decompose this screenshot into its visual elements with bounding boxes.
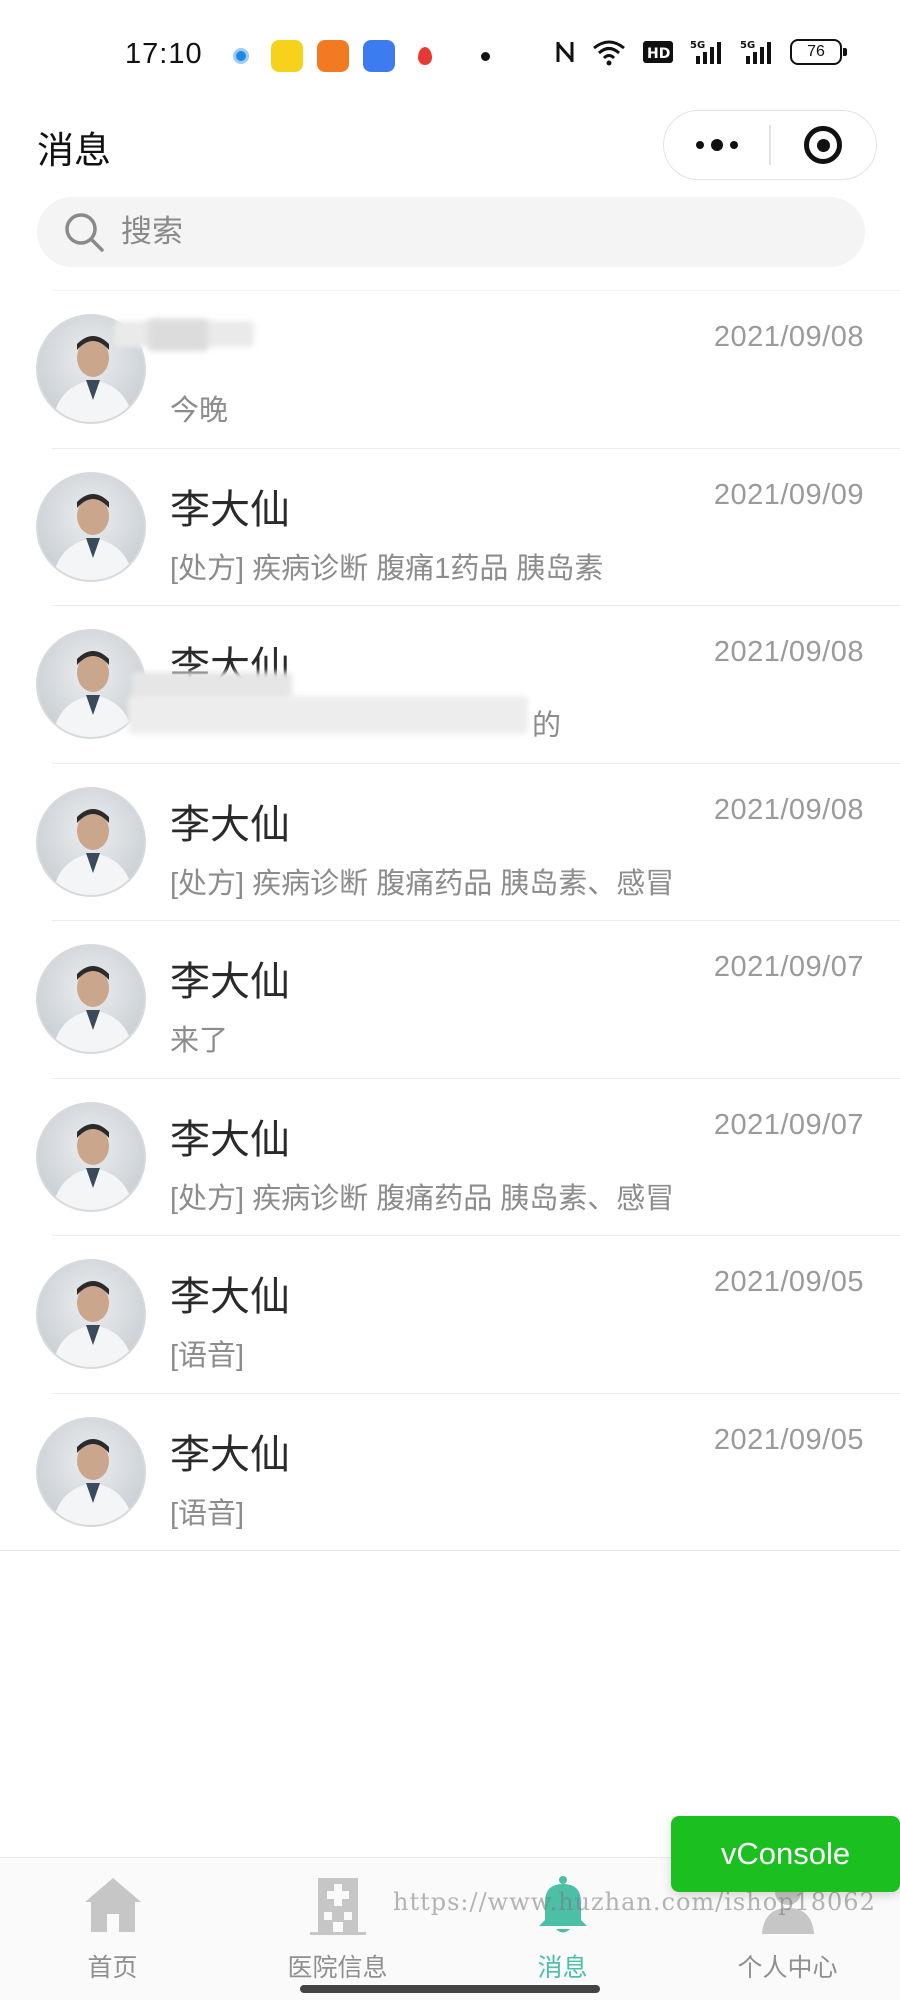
home-icon <box>84 1878 141 1932</box>
svg-text:5G: 5G <box>740 40 755 51</box>
tab-label: 医院信息 <box>287 1954 388 1982</box>
chat-last-message: [语音] <box>170 1340 245 1372</box>
chat-contact-name: 李大仙 <box>170 960 290 1004</box>
battery-icon: 76 <box>790 39 847 65</box>
search-icon <box>65 213 104 252</box>
tab-messages[interactable]: 消息 <box>450 1858 675 2000</box>
hospital-icon <box>309 1878 366 1935</box>
search-input[interactable] <box>121 214 721 250</box>
signal-5g-icon: 5G <box>690 40 721 64</box>
status-time: 17:10 <box>125 38 203 70</box>
chat-list-item[interactable]: 李大仙 [处方] 疾病诊断 腹痛药品 胰岛素、感冒 2021/09/07 <box>36 1077 900 1236</box>
chat-contact-name: 李大仙 <box>170 802 290 847</box>
chat-list-item[interactable]: 李大仙 [处方] 疾病诊断 腹痛药品 胰岛素、感冒 2021/09/08 <box>36 762 900 921</box>
chat-date: 2021/09/08 <box>713 636 864 668</box>
status-indicators: HD 5G 5G 76 <box>554 38 847 66</box>
location-pin-icon <box>409 40 441 72</box>
chat-date: 2021/09/08 <box>713 793 864 826</box>
chat-date: 2021/09/05 <box>713 1423 864 1456</box>
chat-contact-name: 李大仙 <box>170 1275 290 1319</box>
chat-list-item[interactable]: 李大仙 [处方] 疾病诊断 腹痛1药品 胰岛素 2021/09/09 <box>36 447 900 606</box>
tab-home[interactable]: 首页 <box>0 1858 225 2000</box>
battery-level: 76 <box>807 43 825 60</box>
chat-date: 2021/09/09 <box>713 478 864 511</box>
doctor-avatar <box>36 944 146 1054</box>
watermark-url: https://www.huzhan.com/ishop18062 <box>393 1888 876 1916</box>
hd-icon: HD <box>643 41 673 63</box>
chat-last-message: [处方] 疾病诊断 腹痛1药品 胰岛素 <box>170 552 604 585</box>
chat-list-item[interactable]: 李大仙 来了 2021/09/07 <box>36 920 900 1078</box>
chat-last-message: 来了 <box>170 1025 229 1057</box>
page-title: 消息 <box>37 130 111 171</box>
chat-contact-name: 李大仙 <box>170 1117 290 1162</box>
app-notification-icon <box>317 40 349 72</box>
doctor-avatar <box>36 1259 146 1369</box>
chat-last-message: 的 <box>532 710 562 742</box>
signal-5g-icon: 5G <box>740 40 771 64</box>
chat-list: 今晚 2021/09/08 李大仙 [处方] 疾病诊断 腹痛1药品 胰岛素 20… <box>0 290 900 1551</box>
target-circle-icon <box>804 126 843 164</box>
more-notifications-dot <box>481 51 490 61</box>
chat-last-message: [处方] 疾病诊断 腹痛药品 胰岛素、感冒 <box>170 867 675 900</box>
tab-label: 首页 <box>87 1954 138 1982</box>
nav-bar: 消息 <box>0 110 900 190</box>
doctor-avatar <box>36 471 146 582</box>
doctor-avatar <box>36 1101 146 1212</box>
svg-text:5G: 5G <box>690 40 705 51</box>
more-dot-icon <box>695 141 704 149</box>
chat-list-item[interactable]: 李大仙 的 2021/09/08 <box>36 605 900 763</box>
app-notification-icon <box>225 40 257 72</box>
tab-label: 消息 <box>537 1954 588 1982</box>
app-notification-icon <box>363 40 395 72</box>
redacted-message <box>128 696 528 734</box>
close-mini-program-button[interactable] <box>771 111 876 179</box>
more-menu-button[interactable] <box>664 111 769 179</box>
more-dot-icon <box>710 139 723 151</box>
chat-last-message: [语音] <box>170 1497 245 1530</box>
tab-label: 个人中心 <box>737 1954 838 1982</box>
more-dot-icon <box>729 141 738 149</box>
app-notification-icon <box>271 40 303 72</box>
mini-program-capsule <box>663 110 877 180</box>
status-bar: 17:10 HD 5G 5G 76 <box>0 0 900 110</box>
svg-text:HD: HD <box>647 46 670 62</box>
chat-date: 2021/09/05 <box>713 1266 864 1298</box>
nfc-icon <box>556 42 574 62</box>
chat-date: 2021/09/07 <box>713 1108 864 1141</box>
chat-contact-name: 李大仙 <box>170 487 290 532</box>
chat-date: 2021/09/08 <box>713 321 864 353</box>
chat-list-item[interactable]: 李大仙 [语音] 2021/09/05 <box>36 1235 900 1393</box>
doctor-avatar <box>36 786 146 897</box>
search-bar[interactable] <box>37 197 865 267</box>
doctor-avatar <box>36 1416 146 1527</box>
chat-date: 2021/09/07 <box>713 951 864 983</box>
tab-hospital-info[interactable]: 医院信息 <box>225 1858 450 2000</box>
chat-list-item[interactable]: 李大仙 [语音] 2021/09/05 <box>36 1392 900 1551</box>
vconsole-button[interactable]: vConsole <box>671 1816 900 1892</box>
home-indicator[interactable] <box>300 1985 600 1993</box>
redacted-name <box>148 319 208 351</box>
status-app-icons <box>225 40 490 72</box>
chat-contact-name: 李大仙 <box>170 1432 290 1477</box>
chat-list-item[interactable]: 今晚 2021/09/08 <box>36 290 900 448</box>
chat-last-message: [处方] 疾病诊断 腹痛药品 胰岛素、感冒 <box>170 1182 675 1215</box>
wifi-icon <box>593 40 625 66</box>
chat-last-message: 今晚 <box>170 395 229 427</box>
